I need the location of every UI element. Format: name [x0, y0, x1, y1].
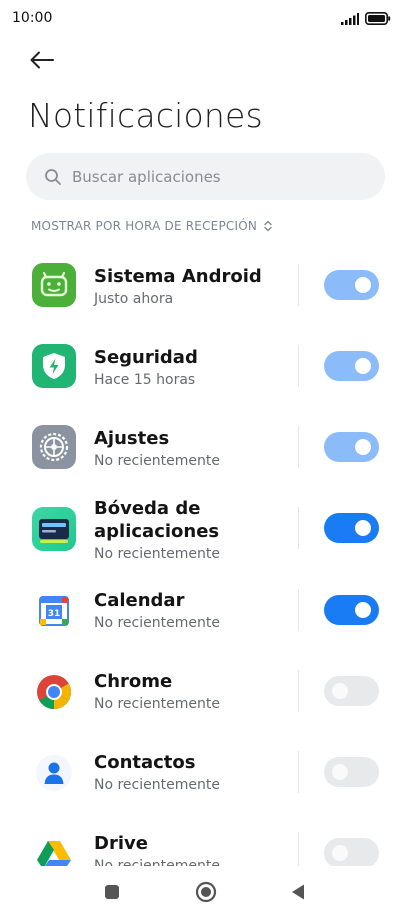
app-name: Calendar	[94, 590, 185, 611]
home-button[interactable]	[194, 880, 218, 904]
google-calendar-icon: 31	[32, 589, 76, 633]
app-text: Bóveda de aplicaciones No recientemente	[94, 497, 290, 564]
notification-toggle[interactable]	[324, 676, 379, 706]
app-text: Contactos No recientemente	[94, 751, 290, 795]
security-shield-icon	[32, 344, 76, 388]
app-vault-icon	[32, 507, 76, 551]
status-bar: 10:00	[0, 0, 411, 36]
divider	[298, 264, 299, 306]
app-row-ajustes[interactable]: Ajustes No recientemente	[0, 398, 411, 479]
status-icons	[341, 12, 391, 25]
recents-button[interactable]	[100, 880, 124, 904]
svg-text:31: 31	[48, 609, 61, 619]
search-icon	[45, 168, 61, 185]
back-button[interactable]	[24, 44, 60, 76]
app-row-seguridad[interactable]: Seguridad Hace 15 horas	[0, 317, 411, 398]
signal-icon	[341, 12, 359, 25]
app-row-boveda[interactable]: Bóveda de aplicaciones No recientemente	[0, 479, 411, 583]
app-name: Ajustes	[94, 428, 170, 449]
status-time: 10:00	[12, 10, 53, 26]
battery-icon	[365, 12, 391, 25]
app-name: Chrome	[94, 671, 173, 692]
search-bar[interactable]	[26, 153, 385, 200]
recents-square-icon	[105, 885, 119, 899]
app-text: Seguridad Hace 15 horas	[94, 346, 290, 390]
back-nav-button[interactable]	[286, 880, 310, 904]
app-row-calendar[interactable]: 31 Calendar No recientemente	[0, 583, 411, 664]
app-row-drive[interactable]: Drive No recientemente	[0, 826, 411, 866]
contacts-icon	[32, 751, 76, 795]
app-name: Bóveda de aplicaciones	[94, 498, 220, 542]
app-text: Chrome No recientemente	[94, 670, 290, 714]
page-title: Notificaciones	[28, 96, 263, 135]
app-subtitle: Justo ahora	[94, 291, 174, 307]
arrow-left-icon	[30, 51, 54, 69]
notification-toggle[interactable]	[324, 513, 379, 543]
app-text: Sistema Android Justo ahora	[94, 265, 290, 309]
app-subtitle: No recientemente	[94, 696, 220, 712]
app-subtitle: No recientemente	[94, 858, 220, 866]
app-subtitle: Hace 15 horas	[94, 372, 196, 388]
notification-toggle[interactable]	[324, 838, 379, 866]
android-system-icon	[32, 263, 76, 307]
notification-toggle[interactable]	[324, 270, 379, 300]
sort-updown-icon	[264, 220, 272, 232]
back-triangle-icon	[292, 884, 304, 900]
notification-toggle[interactable]	[324, 351, 379, 381]
app-name: Contactos	[94, 752, 196, 773]
search-input[interactable]	[72, 167, 352, 186]
app-subtitle: No recientemente	[94, 777, 220, 793]
notification-toggle[interactable]	[324, 432, 379, 462]
sort-label: MOSTRAR POR HORA DE RECEPCIÓN	[31, 219, 258, 233]
chrome-icon	[32, 670, 76, 714]
divider	[298, 670, 299, 712]
app-text: Ajustes No recientemente	[94, 427, 290, 471]
divider	[298, 832, 299, 866]
app-text: Calendar No recientemente	[94, 589, 290, 633]
google-drive-icon	[32, 832, 76, 866]
app-subtitle: No recientemente	[94, 546, 220, 562]
notification-toggle[interactable]	[324, 595, 379, 625]
divider	[298, 751, 299, 793]
app-text: Drive No recientemente	[94, 832, 290, 866]
app-row-contactos[interactable]: Contactos No recientemente	[0, 745, 411, 826]
divider	[298, 507, 299, 549]
settings-gear-icon	[32, 425, 76, 469]
divider	[298, 345, 299, 387]
system-nav-bar	[0, 866, 411, 914]
divider	[298, 426, 299, 468]
app-row-chrome[interactable]: Chrome No recientemente	[0, 664, 411, 745]
app-list[interactable]: Sistema Android Justo ahora Seguridad Ha…	[0, 236, 411, 866]
home-circle-icon	[195, 881, 217, 903]
app-name: Seguridad	[94, 347, 198, 368]
app-name: Sistema Android	[94, 266, 262, 287]
notification-toggle[interactable]	[324, 757, 379, 787]
app-subtitle: No recientemente	[94, 453, 220, 469]
app-row-sistema-android[interactable]: Sistema Android Justo ahora	[0, 236, 411, 317]
app-subtitle: No recientemente	[94, 615, 220, 631]
divider	[298, 589, 299, 631]
app-name: Drive	[94, 833, 148, 854]
sort-selector[interactable]: MOSTRAR POR HORA DE RECEPCIÓN	[31, 219, 273, 233]
